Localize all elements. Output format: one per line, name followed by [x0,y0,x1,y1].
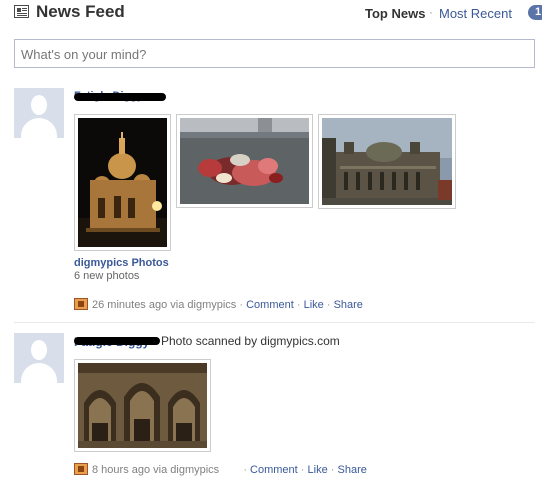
status-input[interactable]: What's on your mind? [14,39,535,68]
meta-separator: · [239,299,244,311]
album-title-link[interactable]: digmypics Photos [74,257,169,269]
photo-thumbnail[interactable] [176,114,313,208]
cathedral-portal-photo [78,363,207,448]
comment-link[interactable]: Comment [250,464,298,476]
most-recent-count-badge: 1 [528,5,542,20]
redaction-bar [74,337,160,345]
like-link[interactable]: Like [304,299,324,311]
meta-separator: · [326,299,331,311]
photo-app-icon [74,298,88,310]
album-subtitle: 6 new photos [74,270,140,282]
story-meta: 8 hours ago via digmypics · Comment · Li… [74,463,367,476]
avatar[interactable] [14,333,64,383]
story-caption: Photo scanned by digmypics.com [161,334,340,348]
top-news-tab[interactable]: Top News [365,6,425,21]
tab-separator: · [429,5,433,19]
share-link[interactable]: Share [338,464,367,476]
opera-garnier-photo [322,118,452,205]
meta-separator: · [296,299,301,311]
photo-app-icon [74,463,88,475]
photo-thumbnail[interactable] [74,359,211,452]
redaction-bar [74,93,166,101]
story-timestamp[interactable]: 8 hours ago via digmypics [92,464,219,476]
photo-thumbnail[interactable] [318,114,456,209]
comment-link[interactable]: Comment [246,299,294,311]
meta-separator: · [300,464,305,476]
page-title: News Feed [36,2,125,21]
news-feed-icon [14,5,29,18]
story-divider [14,322,535,323]
sacre-coeur-night-photo [78,118,167,247]
photo-thumbnail[interactable] [74,114,171,251]
avatar[interactable] [14,88,64,138]
wreath-ceremony-photo [180,118,309,204]
news-feed-header: News Feed Top News · Most Recent 1 [14,2,542,24]
meta-separator: · [330,464,335,476]
most-recent-tab[interactable]: Most Recent [439,6,512,21]
meta-separator: · [243,464,247,476]
story-timestamp[interactable]: 26 minutes ago via digmypics [92,299,236,311]
share-link[interactable]: Share [334,299,363,311]
like-link[interactable]: Like [308,464,328,476]
story-meta: 26 minutes ago via digmypics · Comment ·… [74,298,363,311]
